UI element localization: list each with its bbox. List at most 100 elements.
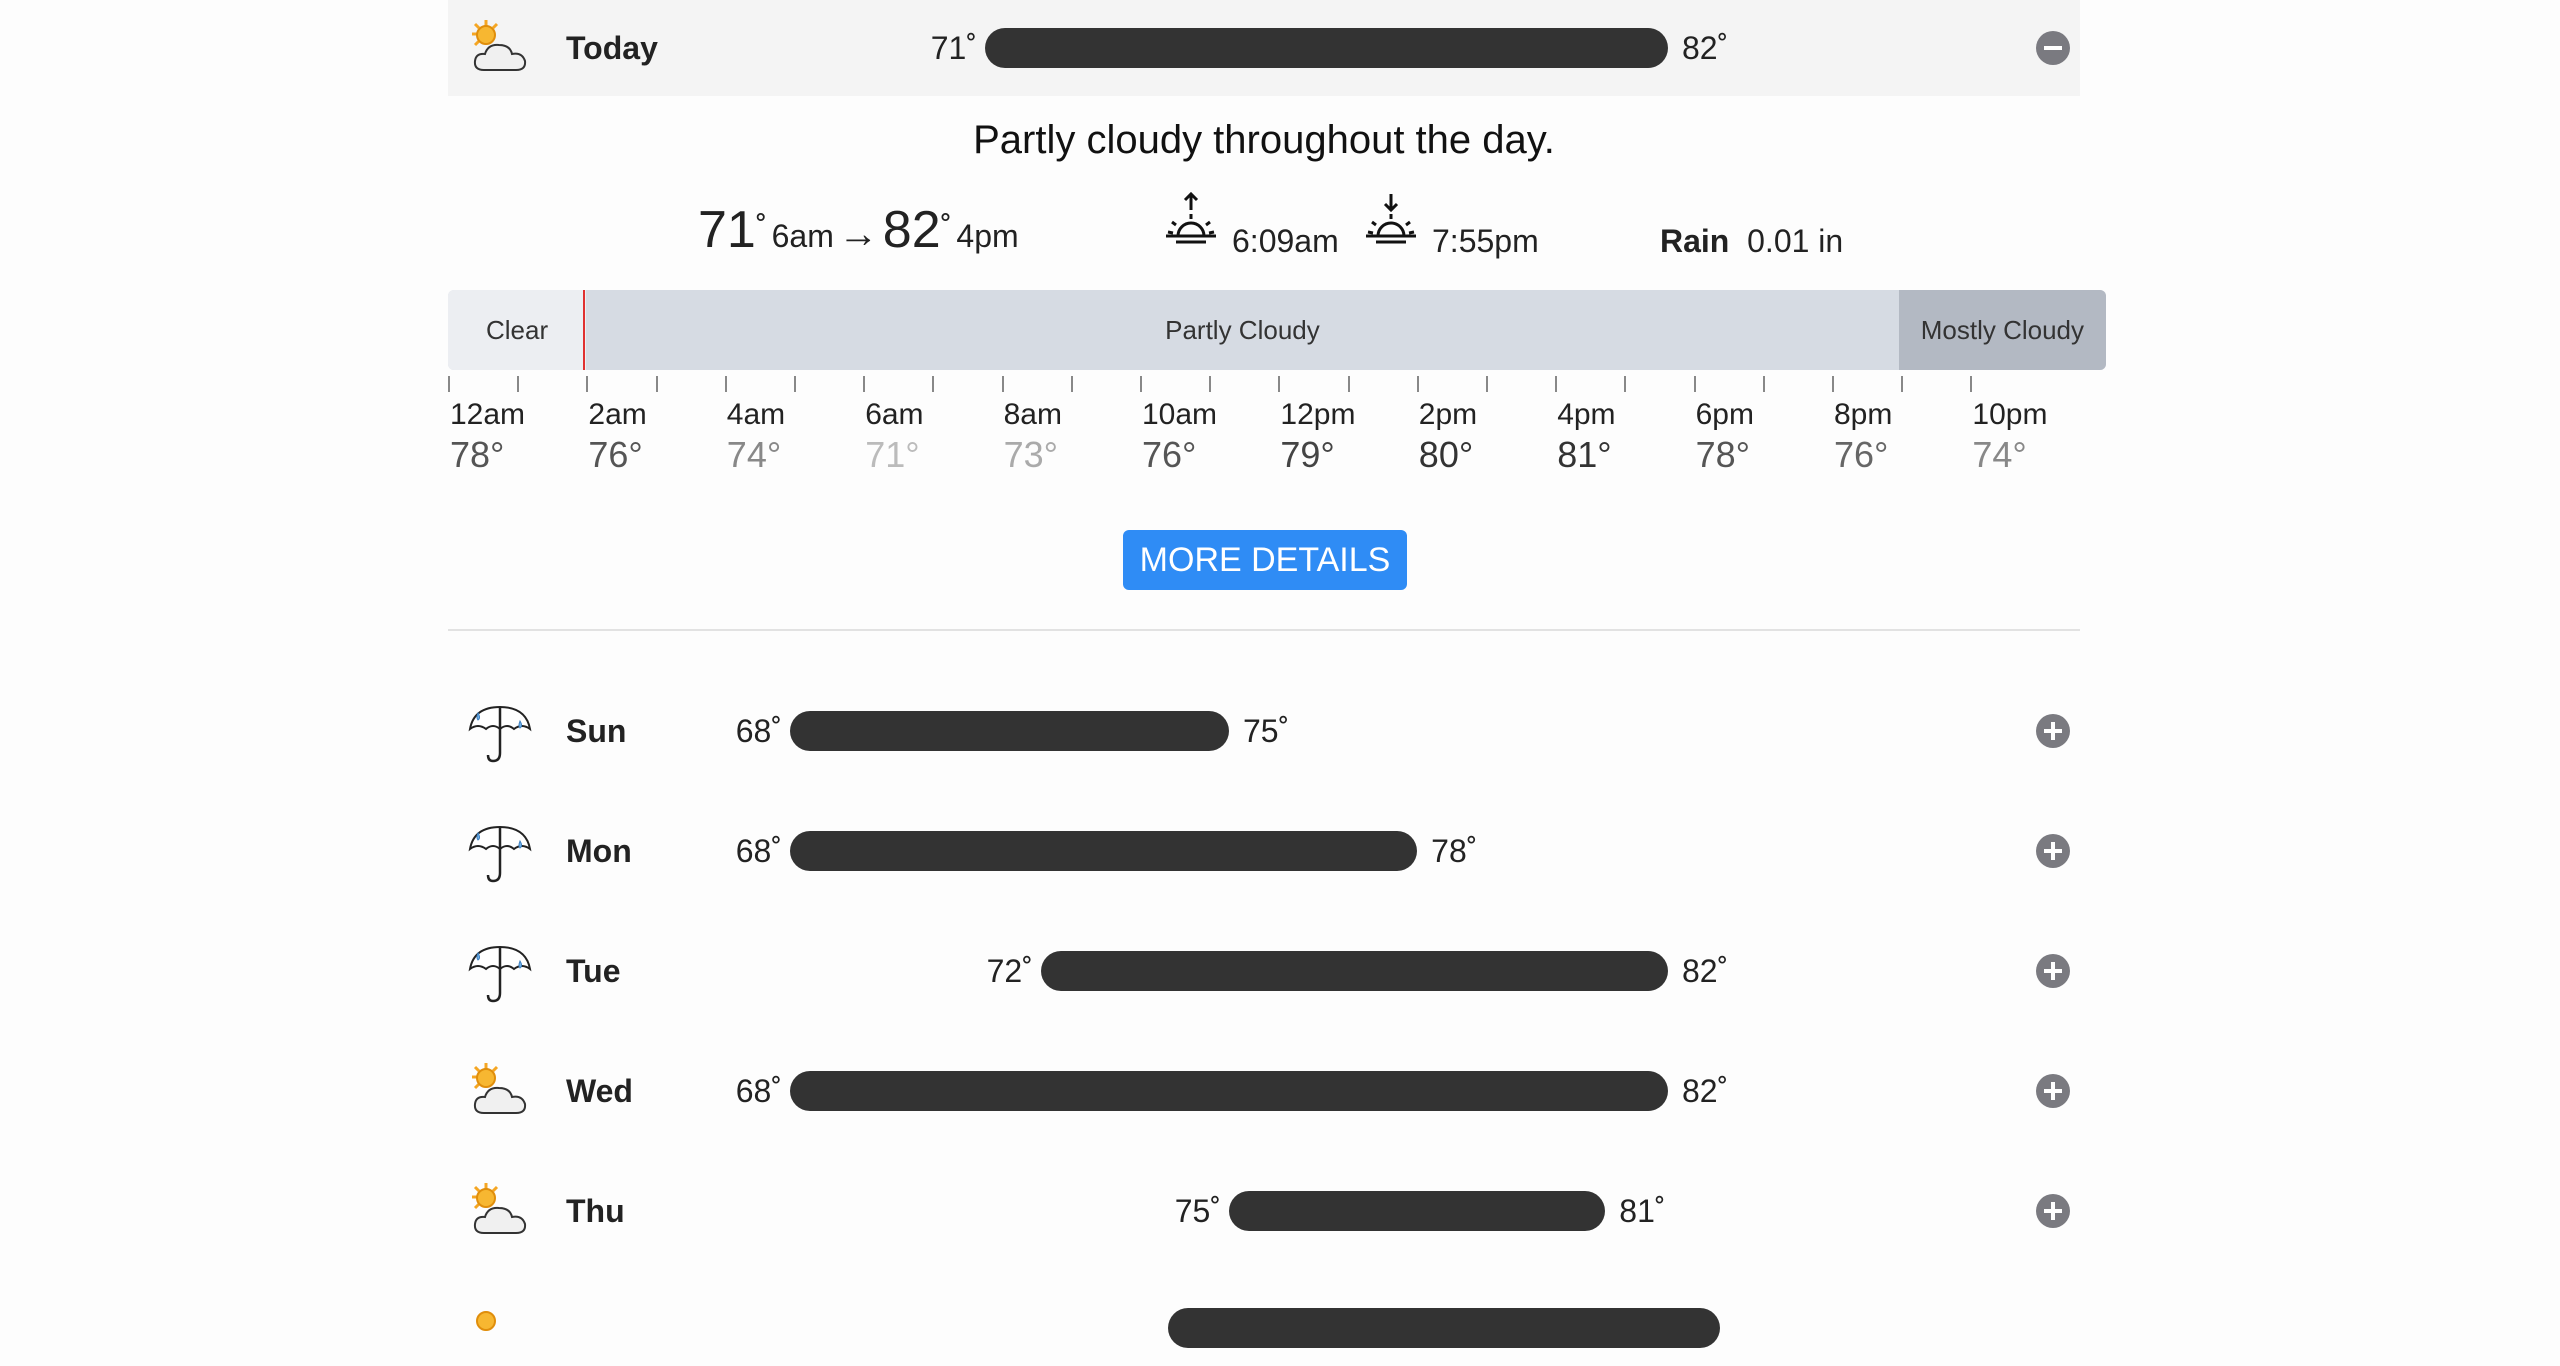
temp-range-bar <box>985 28 1668 68</box>
temp-low: 68˚ <box>735 1073 782 1109</box>
hour-tick <box>1555 376 1558 392</box>
day-name: Mon <box>566 833 632 869</box>
expand-icon[interactable] <box>2036 954 2070 988</box>
day-name: Wed <box>566 1073 633 1109</box>
hour-temp: 79° <box>1280 434 1335 475</box>
day-row-thu[interactable]: Thu 75˚ 81˚ <box>448 1163 2080 1259</box>
hour-tick <box>1832 376 1834 392</box>
hour-tick <box>448 376 450 392</box>
temp-high: 75˚ <box>1243 713 1290 749</box>
arrow-icon: → <box>838 212 879 256</box>
temp-low: 68˚ <box>735 713 782 749</box>
sunrise-icon <box>1166 192 1216 244</box>
hour-temp: 76° <box>1834 434 1889 475</box>
conditions-timeline: Clear Partly Cloudy Mostly Cloudy <box>448 290 2106 370</box>
expand-icon[interactable] <box>2036 1194 2070 1228</box>
expand-icon[interactable] <box>2036 1074 2070 1108</box>
rain-umbrella-icon <box>468 945 532 1003</box>
temp-low: 68˚ <box>735 833 782 869</box>
hour-forecast: 2pm 80° <box>1419 398 1539 476</box>
hour-label: 2am <box>588 398 647 431</box>
temp-high: 78˚ <box>1431 833 1478 869</box>
day-row-today[interactable]: Today 71˚ 82˚ <box>448 0 2080 96</box>
hour-forecast: 8pm 76° <box>1834 398 1954 476</box>
hour-temp: 81° <box>1557 434 1612 475</box>
hour-tick <box>1486 376 1488 392</box>
rain-stat: Rain 0.01 in <box>1660 223 1843 260</box>
hour-tick <box>1901 376 1904 392</box>
condition-segment: Clear <box>448 290 587 370</box>
hour-tick <box>724 376 727 392</box>
hour-tick <box>1624 376 1627 392</box>
hour-label: 10am <box>1142 398 1218 431</box>
high-time: 4pm <box>956 218 1019 254</box>
hour-tick <box>1347 376 1350 392</box>
temp-low: 75˚ <box>1174 1193 1221 1229</box>
hour-temp: 76° <box>1142 434 1197 475</box>
temp-low: 71˚ <box>930 30 977 66</box>
temp-range-bar <box>1168 1308 1720 1348</box>
partly-cloudy-icon <box>472 20 527 71</box>
rain-label: Rain <box>1660 223 1730 259</box>
rain-value: 0.01 in <box>1747 223 1844 259</box>
temp-high: 82˚ <box>1682 953 1729 989</box>
collapse-icon[interactable] <box>2036 31 2070 65</box>
hour-tick <box>1070 376 1073 392</box>
day-row-mon[interactable]: Mon 68˚ 78˚ <box>448 803 2080 899</box>
condition-segment: Partly Cloudy <box>586 290 1899 370</box>
expand-icon[interactable] <box>2036 834 2070 868</box>
divider <box>448 629 2080 631</box>
hour-temp: 73° <box>1003 434 1059 475</box>
hour-temp: 71° <box>865 434 920 475</box>
hour-tick <box>1416 376 1419 392</box>
condition-segment: Mostly Cloudy <box>1898 290 2106 370</box>
low-time: 6am <box>771 218 834 254</box>
hour-tick <box>1001 376 1004 392</box>
hour-temp: 78° <box>450 434 505 475</box>
hour-tick <box>586 376 589 392</box>
hour-forecast: 4am 74° <box>727 398 847 476</box>
hour-temp: 80° <box>1418 434 1474 475</box>
temp-extremes: 71˚ 6am → 82˚ 4pm <box>698 201 1019 259</box>
hour-label: 4pm <box>1557 398 1616 431</box>
hour-label: 12pm <box>1280 398 1356 431</box>
day-row-wed[interactable]: Wed 68˚ 82˚ <box>448 1043 2080 1139</box>
hour-ticks <box>448 376 2108 396</box>
sunset-time: 7:55pm <box>1432 223 1539 259</box>
temp-high: 82˚ <box>1682 1073 1729 1109</box>
rain-umbrella-icon <box>468 825 532 883</box>
day-row-sun[interactable]: Sun 68˚ 75˚ <box>448 683 2080 779</box>
low-temp: 71 <box>698 201 756 259</box>
hour-label: 8pm <box>1834 398 1893 431</box>
temp-range-bar <box>790 1071 1668 1111</box>
hour-tick <box>1693 376 1696 392</box>
hour-tick <box>1278 376 1281 392</box>
hour-tick <box>655 376 658 392</box>
hour-forecast: 12pm 79° <box>1280 398 1400 476</box>
expand-icon[interactable] <box>2036 714 2070 748</box>
temp-low: 72˚ <box>986 953 1033 989</box>
hour-forecast: 8am 73° <box>1004 398 1124 476</box>
hour-forecast: 6pm 78° <box>1696 398 1816 476</box>
sunrise-time: 6:09am <box>1232 223 1339 259</box>
hour-label: 2pm <box>1418 398 1478 431</box>
hour-label: 8am <box>1003 398 1062 431</box>
hour-temp: 78° <box>1695 434 1751 475</box>
partly-cloudy-icon <box>472 1183 527 1234</box>
hour-temp: 74° <box>1972 434 2027 475</box>
hour-temp: 74° <box>726 434 782 475</box>
partly-cloudy-icon <box>472 1063 527 1114</box>
hour-forecast: 2am 76° <box>588 398 708 476</box>
hour-label: 6am <box>865 398 924 431</box>
hour-label: 4am <box>726 398 786 431</box>
day-row-tue[interactable]: Tue 72˚ 82˚ <box>448 923 2080 1019</box>
day-name: Tue <box>566 953 621 989</box>
hour-label: 10pm <box>1972 398 2048 431</box>
temp-high: 82˚ <box>1682 30 1729 66</box>
more-details-button[interactable]: MORE DETAILS <box>1123 530 1407 590</box>
hour-tick <box>1970 376 1973 392</box>
hour-label: 12am <box>450 398 526 431</box>
hour-tick <box>932 376 935 392</box>
hour-forecast: 12am 78° <box>450 398 570 476</box>
hour-forecast: 10am 76° <box>1142 398 1262 476</box>
